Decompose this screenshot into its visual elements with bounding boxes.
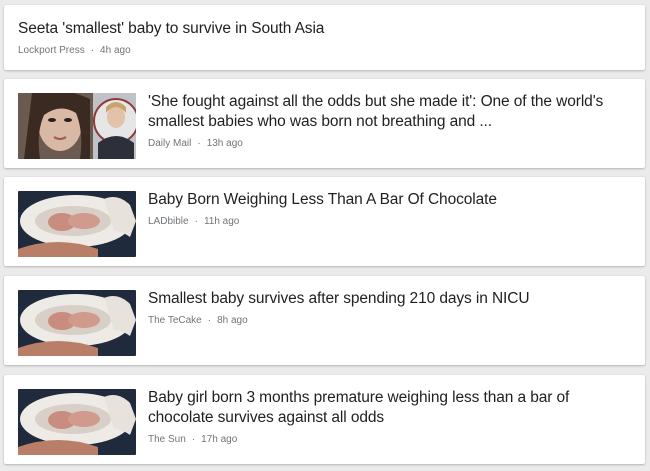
news-headline[interactable]: Baby Born Weighing Less Than A Bar Of Ch… [148, 190, 633, 210]
news-card[interactable]: Smallest baby survives after spending 21… [4, 276, 645, 365]
news-card-text: 'She fought against all the odds but she… [148, 92, 633, 151]
news-meta: The TeCake · 8h ago [148, 314, 633, 328]
news-headline[interactable]: Seeta 'smallest' baby to survive in Sout… [18, 19, 633, 39]
news-card[interactable]: Baby Born Weighing Less Than A Bar Of Ch… [4, 177, 645, 266]
meta-separator: · [207, 315, 212, 326]
news-card-text: Baby girl born 3 months premature weighi… [148, 388, 633, 447]
news-headline[interactable]: Baby girl born 3 months premature weighi… [148, 388, 633, 428]
news-headline[interactable]: 'She fought against all the odds but she… [148, 92, 633, 132]
news-thumbnail[interactable] [18, 389, 136, 455]
meta-separator: · [197, 138, 201, 149]
news-meta: Lockport Press · 4h ago [18, 44, 633, 58]
news-thumbnail[interactable] [18, 290, 136, 356]
news-source: LADbible [148, 216, 189, 227]
news-source: Daily Mail [148, 138, 192, 149]
news-thumbnail[interactable] [18, 191, 136, 257]
news-source: Lockport Press [18, 45, 85, 56]
news-time: 4h ago [100, 45, 131, 56]
news-meta: The Sun · 17h ago [148, 433, 633, 447]
news-thumbnail[interactable] [18, 93, 136, 159]
meta-separator: · [194, 216, 198, 227]
news-meta: LADbible · 11h ago [148, 215, 633, 229]
news-time: 13h ago [206, 138, 243, 149]
meta-separator: · [191, 434, 196, 445]
news-card-text: Seeta 'smallest' baby to survive in Sout… [18, 19, 633, 58]
meta-separator: · [90, 45, 95, 56]
news-card-text: Smallest baby survives after spending 21… [148, 289, 633, 328]
news-card[interactable]: 'She fought against all the odds but she… [4, 79, 645, 168]
news-source: The Sun [148, 434, 186, 445]
news-source: The TeCake [148, 315, 202, 326]
news-card[interactable]: Seeta 'smallest' baby to survive in Sout… [4, 5, 645, 70]
news-time: 8h ago [217, 315, 248, 326]
news-meta: Daily Mail · 13h ago [148, 137, 633, 151]
news-headline[interactable]: Smallest baby survives after spending 21… [148, 289, 633, 309]
news-card-text: Baby Born Weighing Less Than A Bar Of Ch… [148, 190, 633, 229]
news-time: 11h ago [203, 216, 240, 227]
news-time: 17h ago [201, 434, 238, 445]
news-card[interactable]: Baby girl born 3 months premature weighi… [4, 375, 645, 464]
